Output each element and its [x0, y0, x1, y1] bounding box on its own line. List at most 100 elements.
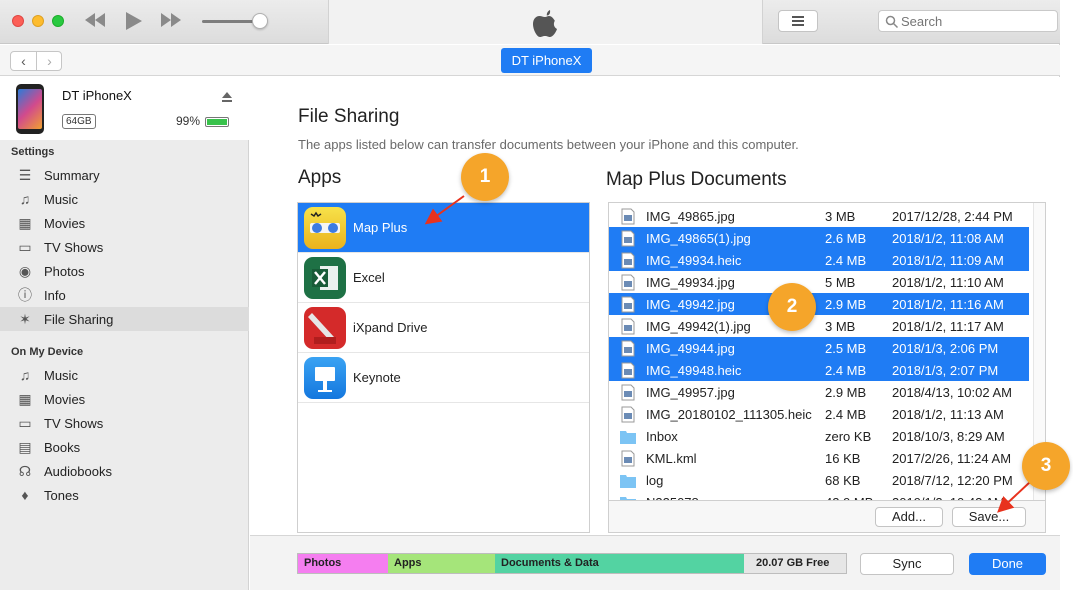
camera-icon: ◉: [18, 263, 32, 279]
list-view-button[interactable]: [778, 10, 818, 32]
folder-icon: [620, 497, 636, 500]
minimize-window-button[interactable]: [32, 15, 44, 27]
forward-arrow-icon[interactable]: ›: [37, 52, 62, 70]
document-date: 2018/10/3, 8:29 AM: [892, 429, 1005, 444]
app-row-excel[interactable]: Excel: [298, 253, 589, 303]
document-date: 2018/1/2, 11:17 AM: [892, 319, 1004, 334]
document-name: IMG_49865.jpg: [646, 209, 735, 224]
document-row[interactable]: IMG_49942(1).jpg 3 MB 2018/1/2, 11:17 AM: [609, 315, 1029, 337]
sidebar-item-device-tones[interactable]: ♦ Tones: [0, 483, 249, 507]
document-row[interactable]: IMG_49944.jpg 2.5 MB 2018/1/3, 2:06 PM: [609, 337, 1029, 359]
document-row[interactable]: log 68 KB 2018/7/12, 12:20 PM: [609, 469, 1029, 491]
document-row[interactable]: KML.kml 16 KB 2017/2/26, 11:24 AM: [609, 447, 1029, 469]
sync-button[interactable]: Sync: [860, 553, 954, 575]
document-name: IMG_49957.jpg: [646, 385, 735, 400]
document-size: 5 MB: [825, 275, 856, 290]
document-row[interactable]: IMG_20180102_111305.heic 2.4 MB 2018/1/2, …: [609, 403, 1029, 425]
document-row[interactable]: N32507842.9 MB2019/1/2, 10:42 AM: [609, 491, 1029, 500]
info-icon: ⓘ: [18, 287, 32, 303]
file-sharing-icon: ✶: [19, 311, 31, 327]
sidebar-item-label: Movies: [44, 392, 86, 407]
sidebar-item-movies[interactable]: ▦ Movies: [0, 211, 249, 235]
close-window-button[interactable]: [12, 15, 24, 27]
sidebar-item-info[interactable]: ⓘ Info: [0, 283, 249, 307]
document-icon: [621, 450, 635, 467]
document-row[interactable]: IMG_49934.heic 2.4 MB 2018/1/2, 11:09 AM: [609, 249, 1029, 271]
device-button[interactable]: DT iPhoneX: [501, 48, 592, 73]
on-my-device-section-title: On My Device: [11, 346, 84, 358]
add-button[interactable]: Add...: [875, 507, 943, 527]
search-box[interactable]: [878, 10, 1058, 32]
zoom-window-button[interactable]: [52, 15, 64, 27]
fast-forward-icon[interactable]: [160, 10, 182, 35]
app-row-map-plus[interactable]: Map Plus: [298, 203, 589, 253]
rewind-icon[interactable]: [84, 10, 106, 35]
sidebar-item-label: Movies: [44, 216, 86, 231]
document-date: 2018/1/3, 2:06 PM: [892, 341, 999, 356]
app-name: Map Plus: [353, 220, 408, 235]
document-size: 3 MB: [825, 319, 856, 334]
done-button[interactable]: Done: [969, 553, 1046, 575]
document-row[interactable]: IMG_49948.heic 2.4 MB 2018/1/3, 2:07 PM: [609, 359, 1029, 381]
sidebar-item-device-books[interactable]: ▤ Books: [0, 435, 249, 459]
callout-step-1: 1: [461, 153, 509, 201]
document-row[interactable]: IMG_49865(1).jpg 2.6 MB 2018/1/2, 11:08 AM: [609, 227, 1029, 249]
book-icon: ▤: [18, 439, 32, 455]
document-name: Inbox: [646, 429, 678, 444]
eject-icon[interactable]: [221, 91, 233, 103]
sidebar-item-label: Info: [44, 288, 66, 303]
app-name: Keynote: [353, 370, 401, 385]
play-icon[interactable]: [122, 10, 144, 37]
document-date: 2018/4/13, 10:02 AM: [892, 385, 1012, 400]
search-input[interactable]: [901, 13, 1051, 29]
document-icon: [621, 318, 635, 335]
app-name: iXpand Drive: [353, 320, 428, 335]
sidebar-item-label: Photos: [44, 264, 85, 279]
sidebar-item-photos[interactable]: ◉ Photos: [0, 259, 249, 283]
sidebar-item-label: Tones: [44, 488, 79, 503]
itunes-window: ‹ › DT iPhoneX DT iPhoneX 64GB 99% Setti…: [0, 0, 1060, 590]
app-row-keynote[interactable]: Keynote: [298, 353, 589, 403]
document-name: IMG_49865(1).jpg: [646, 231, 751, 246]
sidebar-item-device-music[interactable]: ♫ Music: [0, 363, 249, 387]
tv-icon: ▭: [18, 239, 32, 255]
documents-list: IMG_49865.jpg 3 MB 2017/12/28, 2:44 PM IMG_…: [608, 202, 1046, 501]
document-icon: [621, 296, 635, 313]
document-name: log: [646, 473, 664, 488]
tv-icon: ▭: [18, 415, 32, 431]
document-name: IMG_49948.heic: [646, 363, 742, 378]
document-row[interactable]: Inbox zero KB 2018/10/3, 8:29 AM: [609, 425, 1029, 447]
document-row[interactable]: IMG_49934.jpg 5 MB 2018/1/2, 11:10 AM: [609, 271, 1029, 293]
sidebar-item-tv-shows[interactable]: ▭ TV Shows: [0, 235, 249, 259]
page-title: File Sharing: [298, 106, 400, 127]
sidebar-item-device-tv-shows[interactable]: ▭ TV Shows: [0, 411, 249, 435]
documents-heading: Map Plus Documents: [606, 169, 787, 190]
history-navigation: ‹ ›: [10, 51, 62, 71]
headphones-icon: ☊: [18, 463, 32, 479]
document-icon: [621, 230, 635, 247]
sidebar-item-music[interactable]: ♫ Music: [0, 187, 249, 211]
document-icon: [621, 208, 635, 225]
sidebar-item-device-movies[interactable]: ▦ Movies: [0, 387, 249, 411]
folder-icon: [620, 475, 636, 488]
sidebar-item-device-audiobooks[interactable]: ☊ Audiobooks: [0, 459, 249, 483]
app-name: Excel: [353, 270, 385, 285]
apps-list: Map Plus Excel iXpand Drive Keynote: [297, 202, 590, 533]
document-row[interactable]: IMG_49957.jpg 2.9 MB 2018/4/13, 10:02 AM: [609, 381, 1029, 403]
document-row[interactable]: IMG_49942.jpg 2.9 MB 2018/1/2, 11:16 AM: [609, 293, 1029, 315]
iphone-icon: [16, 84, 44, 134]
app-row-ixpand-drive[interactable]: iXpand Drive: [298, 303, 589, 353]
document-icon: [621, 340, 635, 357]
sidebar-item-summary[interactable]: ☰ Summary: [0, 163, 249, 187]
sidebar-item-label: File Sharing: [44, 312, 114, 327]
save-button[interactable]: Save...: [952, 507, 1026, 527]
storage-capacity-bar: Photos Apps Documents & Data 20.07 GB Fr…: [297, 553, 847, 574]
document-date: 2018/1/2, 11:09 AM: [892, 253, 1004, 268]
sidebar-item-file-sharing[interactable]: ✶ File Sharing: [0, 307, 249, 331]
main-content: File Sharing The apps listed below can t…: [250, 77, 1060, 535]
back-arrow-icon[interactable]: ‹: [11, 52, 36, 70]
document-size: zero KB: [825, 429, 872, 444]
document-size: 2.9 MB: [825, 297, 867, 312]
volume-slider-knob[interactable]: [252, 13, 268, 29]
document-row[interactable]: IMG_49865.jpg 3 MB 2017/12/28, 2:44 PM: [609, 205, 1029, 227]
